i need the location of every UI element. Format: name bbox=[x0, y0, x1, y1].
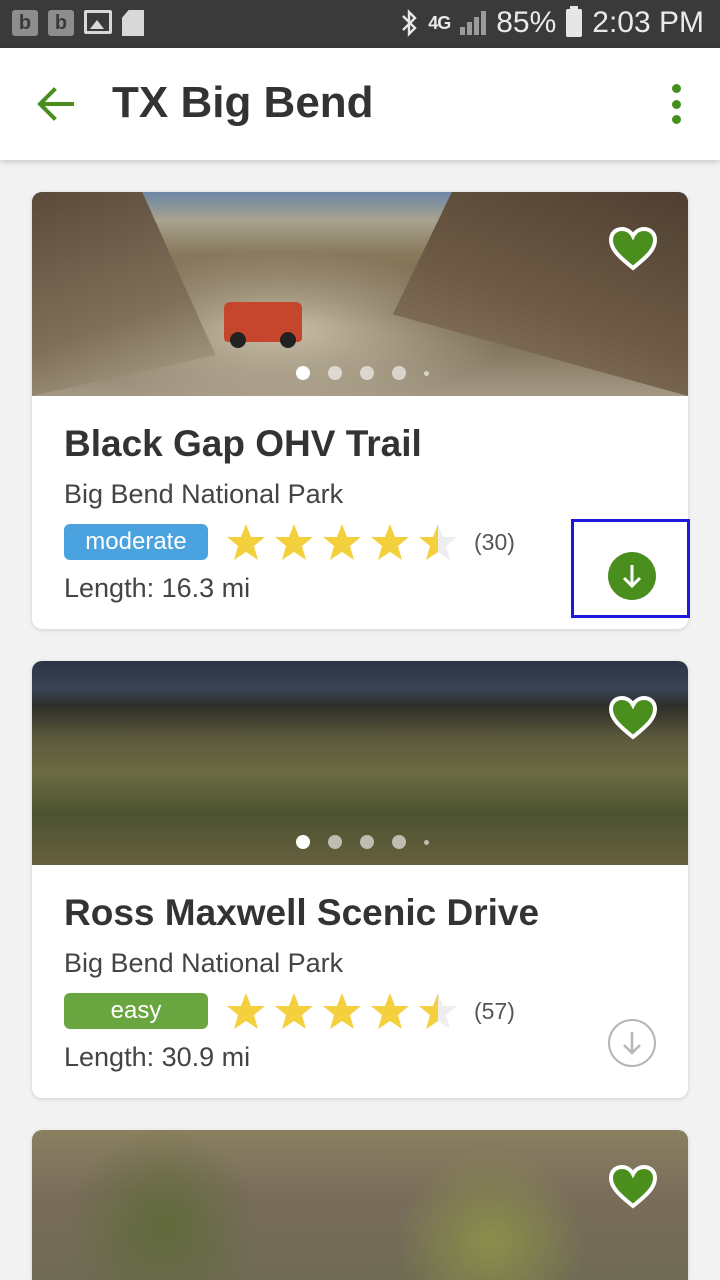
trail-length: Length: 30.9 mi bbox=[64, 1042, 251, 1072]
heart-icon bbox=[608, 226, 658, 271]
back-arrow-icon bbox=[37, 87, 74, 121]
star-full-icon bbox=[323, 524, 361, 560]
system-indicators: 4G 85% 2:03 PM bbox=[400, 6, 704, 40]
star-rating bbox=[226, 992, 458, 1030]
carousel-dot[interactable] bbox=[359, 835, 374, 849]
more-vert-icon bbox=[671, 84, 681, 93]
carousel-dot[interactable] bbox=[359, 366, 374, 380]
download-arrow-icon bbox=[623, 1032, 641, 1055]
difficulty-badge: moderate bbox=[64, 524, 208, 560]
image-icon bbox=[84, 10, 112, 34]
carousel-dot[interactable] bbox=[295, 366, 310, 380]
star-full-icon bbox=[323, 993, 361, 1029]
carousel-indicator bbox=[32, 366, 688, 380]
favorite-button[interactable] bbox=[608, 226, 658, 272]
park-name: Big Bend National Park bbox=[64, 948, 344, 978]
star-rating bbox=[226, 523, 458, 561]
overflow-menu-button[interactable] bbox=[666, 84, 686, 124]
trail-photo-carousel[interactable] bbox=[32, 1130, 688, 1280]
trail-photo-carousel[interactable] bbox=[32, 661, 688, 865]
trail-card-body: Ross Maxwell Scenic Drive Big Bend Natio… bbox=[32, 865, 688, 1098]
trail-photo bbox=[224, 302, 302, 348]
downloaded-button[interactable] bbox=[608, 552, 656, 600]
star-full-icon bbox=[227, 524, 265, 560]
carousel-indicator bbox=[32, 835, 688, 849]
star-full-icon bbox=[227, 993, 265, 1029]
clock: 2:03 PM bbox=[592, 6, 704, 39]
carousel-dot[interactable] bbox=[423, 370, 429, 376]
sd-card-icon bbox=[122, 10, 144, 36]
battery-percent: 85% bbox=[496, 6, 557, 39]
star-full-icon bbox=[275, 524, 313, 560]
trail-list: Black Gap OHV Trail Big Bend National Pa… bbox=[32, 192, 688, 1280]
star-full-icon bbox=[371, 993, 409, 1029]
difficulty-badge: easy bbox=[64, 993, 208, 1029]
back-button[interactable] bbox=[34, 84, 78, 124]
carousel-dot[interactable] bbox=[391, 835, 406, 849]
status-bar: b b 4G 85% 2:03 PM bbox=[0, 0, 720, 48]
battery-icon bbox=[566, 6, 583, 37]
trail-length: Length: 16.3 mi bbox=[64, 573, 251, 603]
park-name: Big Bend National Park bbox=[64, 479, 344, 509]
notification-b-icon: b bbox=[12, 10, 38, 36]
carousel-dot[interactable] bbox=[295, 835, 310, 849]
app-bar: TX Big Bend bbox=[0, 48, 720, 160]
rating-row: moderate (30) bbox=[64, 524, 656, 560]
review-count: (57) bbox=[474, 997, 515, 1024]
download-arrow-icon bbox=[622, 565, 642, 589]
trail-card[interactable]: Black Gap OHV Trail Big Bend National Pa… bbox=[32, 192, 688, 629]
download-button[interactable] bbox=[608, 1019, 656, 1067]
signal-icon bbox=[460, 11, 487, 35]
trail-card[interactable] bbox=[32, 1130, 688, 1280]
star-half-icon bbox=[419, 524, 457, 560]
review-count: (30) bbox=[474, 528, 515, 555]
trail-card[interactable]: Ross Maxwell Scenic Drive Big Bend Natio… bbox=[32, 661, 688, 1098]
trail-card-body: Black Gap OHV Trail Big Bend National Pa… bbox=[32, 396, 688, 629]
star-full-icon bbox=[371, 524, 409, 560]
heart-icon bbox=[608, 1164, 658, 1209]
favorite-button[interactable] bbox=[608, 1164, 658, 1210]
page-title: TX Big Bend bbox=[112, 78, 374, 127]
carousel-dot[interactable] bbox=[327, 835, 342, 849]
trail-name: Ross Maxwell Scenic Drive bbox=[64, 892, 540, 933]
heart-icon bbox=[608, 695, 658, 740]
favorite-button[interactable] bbox=[608, 695, 658, 741]
network-type: 4G bbox=[428, 12, 451, 33]
trail-photo-carousel[interactable] bbox=[32, 192, 688, 396]
star-half-icon bbox=[419, 993, 457, 1029]
rating-row: easy (57) bbox=[64, 993, 656, 1029]
carousel-dot[interactable] bbox=[423, 839, 429, 845]
carousel-dot[interactable] bbox=[391, 366, 406, 380]
bluetooth-icon bbox=[402, 9, 417, 37]
notification-b-icon: b bbox=[48, 10, 74, 36]
notification-icons: b b bbox=[12, 10, 144, 36]
trail-name: Black Gap OHV Trail bbox=[64, 423, 422, 464]
star-full-icon bbox=[275, 993, 313, 1029]
carousel-dot[interactable] bbox=[327, 366, 342, 380]
